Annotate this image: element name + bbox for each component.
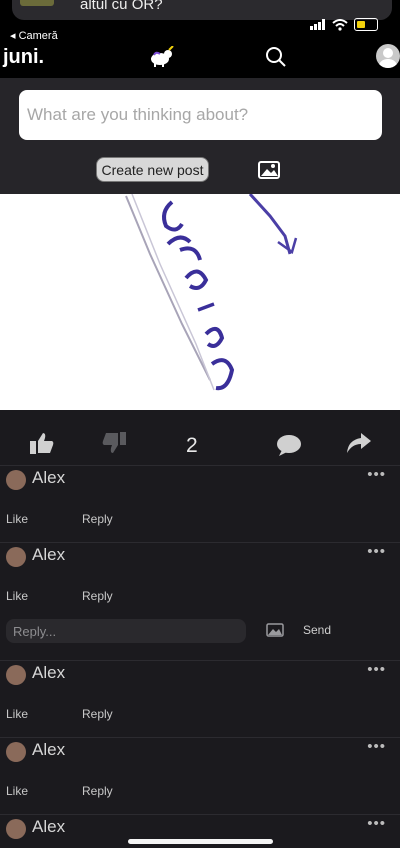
- send-reply-button[interactable]: Send: [303, 623, 331, 637]
- brand-logo-text[interactable]: juni.: [3, 46, 44, 69]
- comment-like-button[interactable]: Like: [6, 707, 28, 721]
- comment-reply-button[interactable]: Reply: [82, 784, 113, 798]
- signal-icon: [310, 19, 325, 30]
- wifi-icon: [332, 18, 348, 31]
- unicorn-logo-icon: [151, 46, 174, 67]
- comment-reply-button[interactable]: Reply: [82, 707, 113, 721]
- comment-author[interactable]: Alex: [32, 545, 65, 565]
- back-to-camera-link[interactable]: ◂ Cameră: [10, 29, 58, 42]
- commenter-avatar[interactable]: [6, 665, 26, 685]
- comment-item: Alex ••• Like Reply: [0, 542, 400, 618]
- notification-banner[interactable]: altul cu OR?: [12, 0, 392, 20]
- status-bar: altul cu OR? ◂ Cameră: [0, 0, 400, 44]
- more-options-icon[interactable]: •••: [367, 543, 386, 560]
- search-icon[interactable]: [265, 46, 287, 68]
- comment-author[interactable]: Alex: [32, 663, 65, 683]
- comment-author[interactable]: Alex: [32, 740, 65, 760]
- app-header: juni.: [0, 44, 400, 78]
- comment-icon[interactable]: [276, 434, 302, 456]
- comment-item: Alex ••• Like Reply: [0, 660, 400, 736]
- reply-input[interactable]: [6, 619, 246, 643]
- user-silhouette-icon: [379, 48, 397, 68]
- commenter-avatar[interactable]: [6, 819, 26, 839]
- reaction-count: 2: [186, 434, 198, 457]
- thumbs-up-icon[interactable]: [30, 432, 54, 454]
- notification-text: altul cu OR?: [80, 0, 163, 13]
- more-options-icon[interactable]: •••: [367, 466, 386, 483]
- share-icon[interactable]: [346, 432, 372, 454]
- battery-icon: [354, 18, 378, 31]
- more-options-icon[interactable]: •••: [367, 661, 386, 678]
- post-actions: 2: [0, 410, 400, 465]
- reply-add-image-icon[interactable]: [266, 623, 284, 637]
- comment-reply-button[interactable]: Reply: [82, 589, 113, 603]
- comment-author[interactable]: Alex: [32, 817, 65, 837]
- post-text-input[interactable]: [19, 90, 382, 140]
- home-indicator[interactable]: [128, 839, 273, 844]
- comment-like-button[interactable]: Like: [6, 784, 28, 798]
- commenter-avatar[interactable]: [6, 470, 26, 490]
- reply-composer: Send: [0, 618, 400, 660]
- profile-avatar[interactable]: [376, 44, 400, 68]
- app-icon: [20, 0, 54, 6]
- comment-item: Alex ••• Like Reply: [0, 737, 400, 813]
- commenter-avatar[interactable]: [6, 742, 26, 762]
- add-image-icon[interactable]: [258, 161, 280, 179]
- comment-like-button[interactable]: Like: [6, 512, 28, 526]
- more-options-icon[interactable]: •••: [367, 815, 386, 832]
- status-icons: [310, 18, 378, 31]
- create-post-button[interactable]: Create new post: [96, 157, 209, 182]
- post-image[interactable]: [0, 194, 400, 410]
- comment-reply-button[interactable]: Reply: [82, 512, 113, 526]
- comment-item: Alex ••• Like Reply: [0, 465, 400, 541]
- thumbs-down-icon[interactable]: [102, 432, 126, 454]
- more-options-icon[interactable]: •••: [367, 738, 386, 755]
- commenter-avatar[interactable]: [6, 547, 26, 567]
- handwriting-sketch-image: [125, 194, 298, 391]
- comment-author[interactable]: Alex: [32, 468, 65, 488]
- comment-like-button[interactable]: Like: [6, 589, 28, 603]
- post-composer: Create new post: [0, 78, 400, 194]
